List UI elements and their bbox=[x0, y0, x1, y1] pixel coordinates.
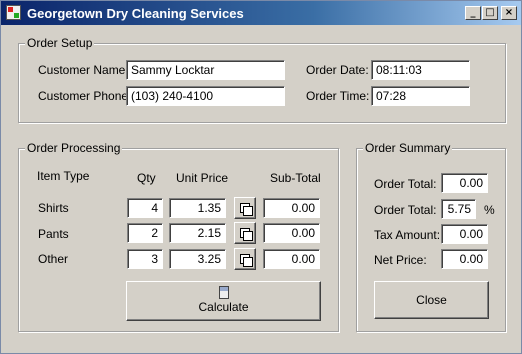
other-copy-button[interactable] bbox=[234, 248, 256, 270]
order-summary-title: Order Summary bbox=[363, 141, 453, 155]
pants-subtotal-field[interactable]: 0.00 bbox=[263, 223, 320, 243]
order-setup-group: Order Setup bbox=[18, 36, 506, 123]
order-time-field[interactable]: 07:28 bbox=[371, 86, 470, 106]
item-label-pants: Pants bbox=[38, 227, 69, 241]
customer-phone-label: Customer Phone: bbox=[38, 89, 132, 103]
item-label-other: Other bbox=[38, 252, 69, 266]
other-qty-field[interactable]: 3 bbox=[127, 249, 163, 269]
qty-header: Qty bbox=[137, 171, 156, 185]
order-total-label: Order Total: bbox=[374, 177, 437, 191]
net-price-label: Net Price: bbox=[374, 253, 427, 267]
tax-amount-field[interactable]: 0.00 bbox=[441, 224, 488, 244]
customer-phone-field[interactable]: (103) 240-4100 bbox=[126, 86, 285, 106]
app-icon[interactable] bbox=[6, 5, 21, 20]
shirts-qty-field[interactable]: 4 bbox=[127, 198, 163, 218]
shirts-copy-button[interactable] bbox=[234, 197, 256, 219]
unit-price-header: Unit Price bbox=[176, 171, 229, 185]
customer-name-label: Customer Name: bbox=[38, 63, 129, 77]
maximize-button[interactable]: □ bbox=[482, 6, 498, 20]
order-setup-title: Order Setup bbox=[25, 36, 95, 50]
close-button[interactable]: Close bbox=[374, 281, 489, 319]
title-bar[interactable]: Georgetown Dry Cleaning Services _ □ × bbox=[1, 1, 521, 25]
order-processing-title: Order Processing bbox=[25, 141, 123, 155]
pants-copy-button[interactable] bbox=[234, 222, 256, 244]
calculate-label: Calculate bbox=[198, 300, 249, 314]
tax-rate-label: Order Total: bbox=[374, 203, 437, 217]
subtotal-header: Sub-Total bbox=[270, 171, 321, 185]
close-window-button[interactable]: × bbox=[501, 6, 517, 20]
item-type-header: Item Type bbox=[37, 169, 90, 183]
other-unit-price-field[interactable]: 3.25 bbox=[169, 249, 226, 269]
calculate-button[interactable]: Calculate bbox=[126, 281, 321, 321]
net-price-field[interactable]: 0.00 bbox=[441, 249, 488, 269]
shirts-subtotal-field[interactable]: 0.00 bbox=[263, 198, 320, 218]
item-label-shirts: Shirts bbox=[38, 201, 69, 215]
order-time-label: Order Time: bbox=[306, 89, 370, 103]
pants-qty-field[interactable]: 2 bbox=[127, 223, 163, 243]
shirts-unit-price-field[interactable]: 1.35 bbox=[169, 198, 226, 218]
customer-name-field[interactable]: Sammy Locktar bbox=[126, 60, 285, 80]
order-total-field[interactable]: 0.00 bbox=[441, 173, 488, 193]
other-subtotal-field[interactable]: 0.00 bbox=[263, 249, 320, 269]
main-window: Georgetown Dry Cleaning Services _ □ × O… bbox=[0, 0, 522, 354]
percent-label: % bbox=[484, 203, 495, 217]
tax-amount-label: Tax Amount: bbox=[374, 228, 441, 242]
minimize-button[interactable]: _ bbox=[465, 6, 481, 20]
calculator-icon bbox=[218, 286, 229, 299]
tax-rate-field[interactable]: 5.75 bbox=[441, 199, 476, 219]
order-date-field[interactable]: 08:11:03 bbox=[371, 60, 470, 80]
pants-unit-price-field[interactable]: 2.15 bbox=[169, 223, 226, 243]
order-date-label: Order Date: bbox=[306, 63, 369, 77]
window-title: Georgetown Dry Cleaning Services bbox=[27, 6, 244, 21]
